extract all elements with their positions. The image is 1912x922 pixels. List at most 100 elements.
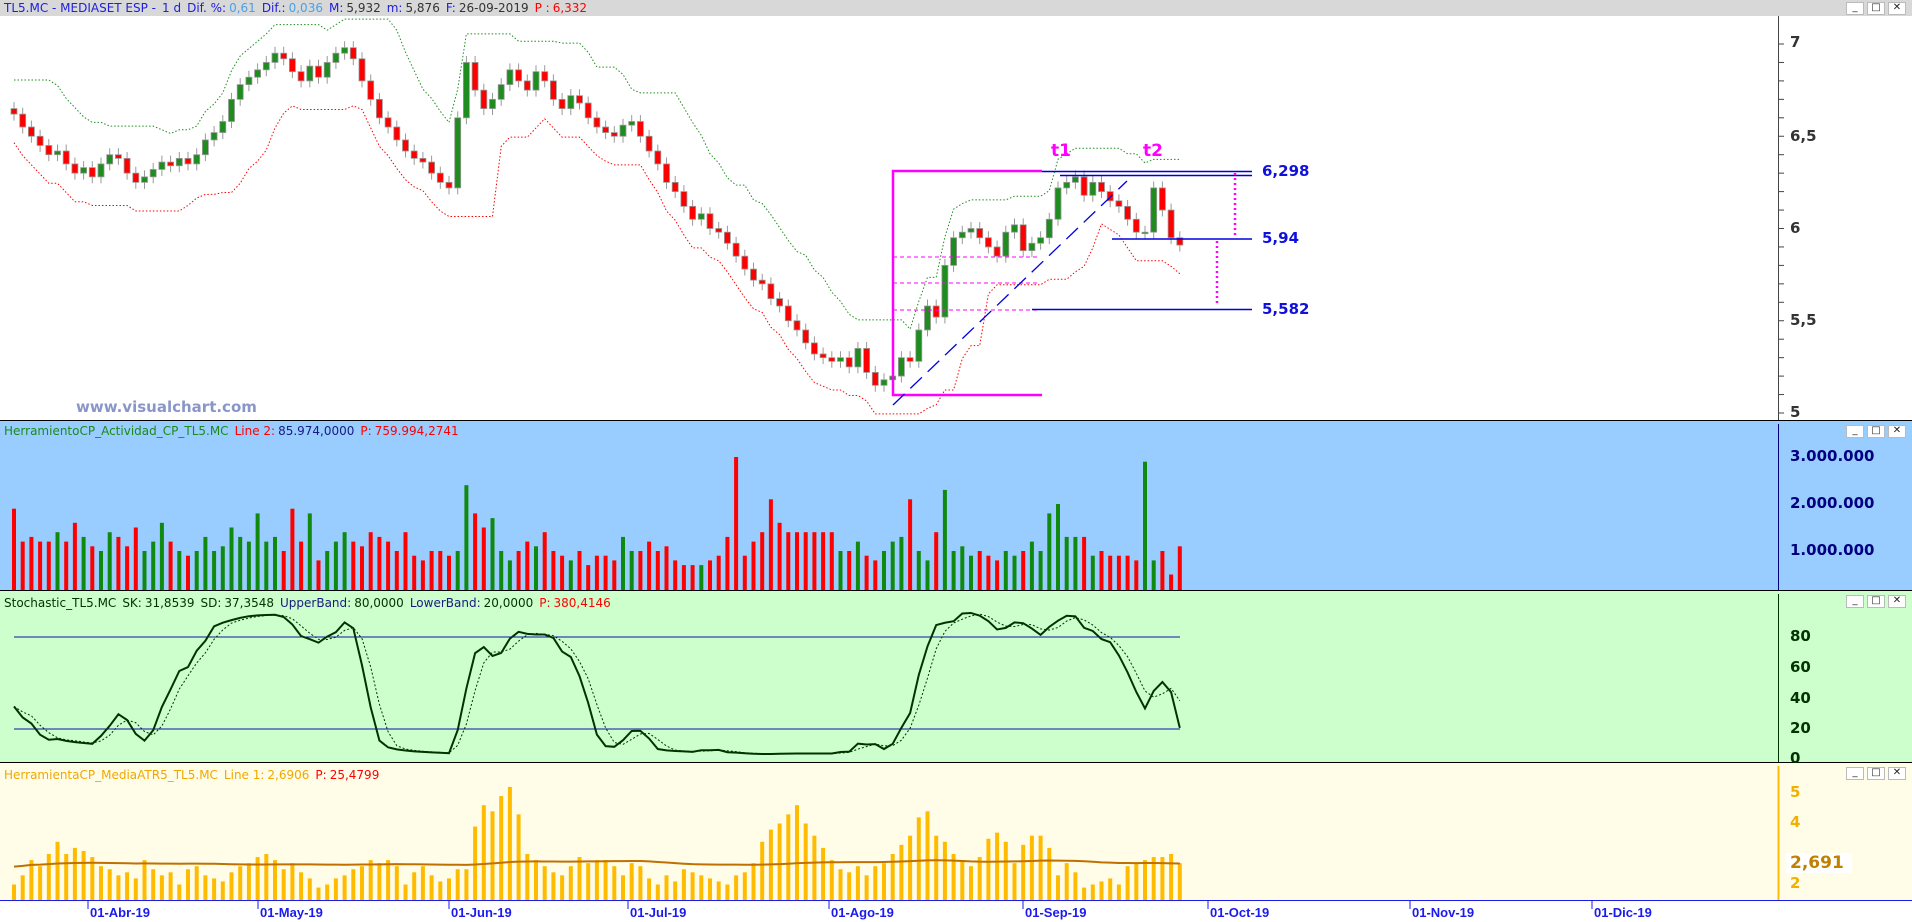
volume-bar xyxy=(908,499,913,590)
candle xyxy=(793,320,801,331)
atr-bar xyxy=(821,847,826,900)
date-tick-label: 01-Nov-19 xyxy=(1412,905,1475,920)
atr-bar xyxy=(481,805,486,900)
atr-bar xyxy=(960,860,965,900)
atr-bar xyxy=(908,835,913,900)
atr-bar xyxy=(638,866,643,900)
volume-bar xyxy=(264,541,269,590)
candle xyxy=(671,181,679,192)
candle xyxy=(27,126,35,137)
candle xyxy=(1115,200,1123,207)
p-value: 25,4799 xyxy=(329,768,380,782)
price-tick-label: 7 xyxy=(1790,33,1801,51)
volume-bar xyxy=(803,532,808,590)
candle xyxy=(802,329,810,344)
volume-bar xyxy=(516,551,521,590)
volume-bar xyxy=(734,457,739,590)
candle xyxy=(654,150,662,165)
maximize-button[interactable]: □ xyxy=(1867,767,1885,780)
volume-bar xyxy=(812,532,817,590)
candle xyxy=(445,181,453,189)
candle xyxy=(341,47,349,54)
volume-bar xyxy=(125,546,130,590)
price-tick-label: 6 xyxy=(1790,219,1801,237)
atr-bar xyxy=(1082,887,1087,900)
atr-bar xyxy=(534,860,538,900)
close-button[interactable]: ✕ xyxy=(1888,425,1906,438)
atr-tick-label: 5 xyxy=(1790,783,1801,801)
maximize-button[interactable]: □ xyxy=(1867,425,1885,438)
price-tick-label: 5,5 xyxy=(1790,311,1817,329)
maximize-button[interactable]: □ xyxy=(1867,2,1885,15)
atr-bar xyxy=(1038,835,1043,900)
candle xyxy=(645,135,653,152)
volume-bar xyxy=(638,551,643,590)
candle xyxy=(854,348,862,368)
volume-bar xyxy=(273,536,277,590)
volume-bar xyxy=(229,527,234,590)
atr-bar xyxy=(742,872,747,900)
candle xyxy=(184,157,192,165)
close-button[interactable]: ✕ xyxy=(1888,2,1906,15)
volume-bar xyxy=(412,555,417,590)
candle xyxy=(523,80,531,91)
date-tick-label: 01-Dic-19 xyxy=(1594,905,1652,920)
atr-bar xyxy=(429,875,434,900)
atr-bar xyxy=(734,875,739,900)
volume-bar xyxy=(725,536,730,590)
atr-bar xyxy=(203,875,208,900)
candle xyxy=(819,353,827,359)
candle xyxy=(863,348,870,373)
minimize-button[interactable]: _ xyxy=(1846,425,1864,438)
minimize-button[interactable]: _ xyxy=(1846,2,1864,15)
volume-bar xyxy=(673,560,678,590)
close-button[interactable]: ✕ xyxy=(1888,595,1906,608)
atr-bar xyxy=(220,881,225,900)
atr-bar xyxy=(12,884,16,900)
minimize-button[interactable]: _ xyxy=(1846,767,1864,780)
candle xyxy=(280,52,288,60)
volume-bar xyxy=(655,551,660,590)
candle xyxy=(784,305,792,322)
minimize-button[interactable]: _ xyxy=(1846,595,1864,608)
volume-bar xyxy=(64,541,69,590)
atr-bar xyxy=(986,838,991,900)
atr-bar xyxy=(786,814,791,900)
volume-bar xyxy=(1029,541,1034,590)
atr-bar xyxy=(977,857,982,900)
upper-value: 80,0000 xyxy=(354,596,404,610)
volume-bar xyxy=(1082,536,1087,590)
candle xyxy=(228,98,235,122)
candle xyxy=(689,205,696,220)
volume-bar xyxy=(72,522,77,590)
volume-bar xyxy=(394,551,399,590)
dif-label: Dif.: xyxy=(261,1,286,15)
candle xyxy=(1080,176,1088,196)
atr-bar xyxy=(1177,863,1182,900)
volume-bar xyxy=(977,551,982,590)
atr-bar xyxy=(20,875,25,900)
candle xyxy=(1045,218,1053,239)
candle xyxy=(323,62,331,78)
candle xyxy=(906,357,914,362)
volume-bar xyxy=(81,536,86,590)
sd-label: SD: xyxy=(200,596,222,610)
p-label: P: xyxy=(315,768,327,782)
atr-bar xyxy=(342,875,347,900)
volume-bar xyxy=(429,551,434,590)
candle xyxy=(210,132,218,141)
volume-bar xyxy=(934,532,939,590)
atr-bar xyxy=(873,866,878,900)
volume-bar xyxy=(29,536,34,590)
candle xyxy=(619,124,627,137)
atr-bar xyxy=(212,878,217,900)
tag-t1: t1 xyxy=(1051,141,1071,161)
atr-bar xyxy=(899,844,904,900)
candle xyxy=(532,71,540,91)
close-button[interactable]: ✕ xyxy=(1888,767,1906,780)
volume-bar xyxy=(386,541,391,590)
atr-bar xyxy=(586,863,591,900)
maximize-button[interactable]: □ xyxy=(1867,595,1885,608)
volume-bar xyxy=(46,541,51,590)
atr-bar xyxy=(681,869,686,900)
